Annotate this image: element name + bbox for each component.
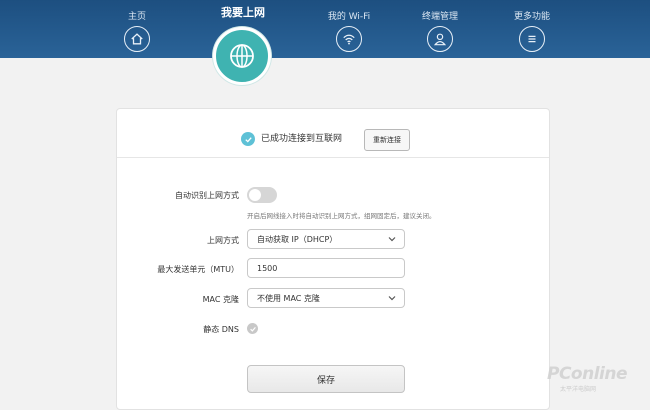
static-dns-checkbox[interactable] [247,323,258,334]
internet-settings-card: 已成功连接到互联网 重新连接 自动识别上网方式 开启后网线接入时将自动识别上网方… [116,108,550,410]
nav-devices-label: 终端管理 [421,12,458,22]
watermark-logo: PConline [547,364,628,384]
nav-item-devices[interactable]: 终端管理 [400,0,480,52]
globe-icon [230,44,254,68]
user-icon [427,26,453,52]
auto-detect-toggle[interactable] [247,187,277,203]
chevron-down-icon [388,296,396,301]
mtu-value: 1500 [257,263,278,273]
watermark-subtext: 太平洋电脑网 [560,386,597,393]
nav-item-internet[interactable] [213,27,271,85]
mtu-input[interactable]: 1500 [247,258,405,278]
nav-item-home[interactable]: 主页 [97,0,177,52]
toggle-knob [249,189,261,201]
nav-internet-label: 我要上网 [221,6,265,19]
mtu-label: 最大发送单元（MTU） [157,265,239,274]
home-icon [124,26,150,52]
connection-mode-select[interactable]: 自动获取 IP（DHCP） [247,229,405,249]
connection-status-text: 已成功连接到互联网 [261,134,343,144]
nav-item-wifi[interactable]: 我的 Wi-Fi [309,0,389,52]
connection-mode-value: 自动获取 IP（DHCP） [257,234,338,244]
connection-status-row: 已成功连接到互联网 重新连接 [117,109,549,158]
check-circle-icon [241,132,255,146]
save-button[interactable]: 保存 [247,365,405,393]
reconnect-button[interactable]: 重新连接 [364,129,410,151]
wifi-icon [336,26,362,52]
auto-detect-hint: 开启后网线接入时将自动识别上网方式，组网固定后，建议关闭。 [247,212,436,220]
nav-home-label: 主页 [127,12,146,22]
nav-more-label: 更多功能 [513,12,550,22]
mac-clone-select[interactable]: 不使用 MAC 克隆 [247,288,405,308]
connection-mode-label: 上网方式 [207,236,239,245]
mac-clone-label: MAC 克隆 [202,295,239,304]
static-dns-label: 静态 DNS [203,325,239,334]
nav-item-more[interactable]: 更多功能 [492,0,572,52]
chevron-down-icon [388,237,396,242]
mac-clone-value: 不使用 MAC 克隆 [257,293,320,303]
auto-detect-label: 自动识别上网方式 [175,191,239,200]
nav-wifi-label: 我的 Wi-Fi [327,12,371,22]
menu-icon [519,26,545,52]
